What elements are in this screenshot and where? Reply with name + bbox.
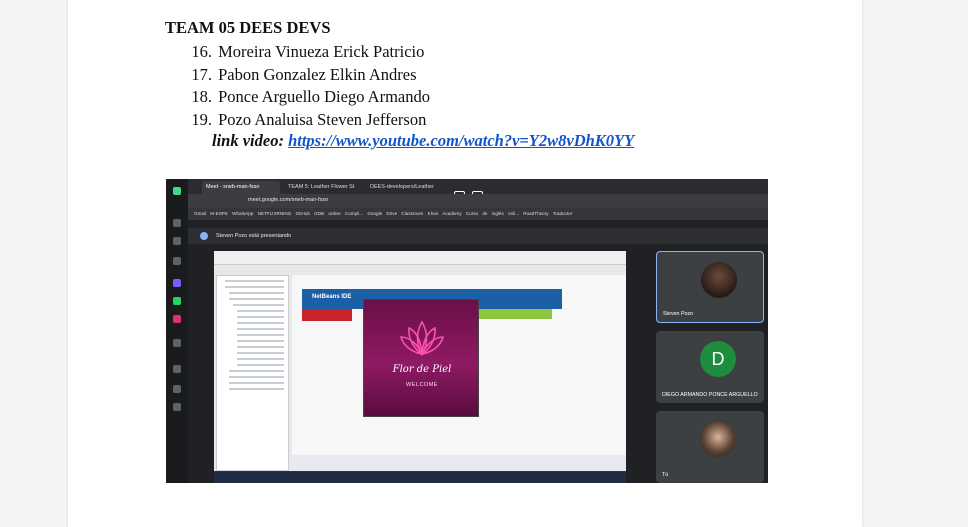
tab-trello: TEAM 5: Leather Flower St: [288, 184, 355, 190]
team-heading: TEAM 05 DEES DEVS: [165, 18, 331, 37]
banner-red-strip: [302, 309, 352, 321]
participant-name: DIEGO ARMANDO PONCE ARGUELLO: [662, 392, 758, 398]
windows-taskbar: [214, 472, 626, 483]
ide-toolbar: [214, 265, 626, 275]
list-item: 18. Ponce Arguello Diego Armando: [191, 87, 430, 106]
tab-meet: Meet - sneb-man-fsso: [202, 181, 280, 194]
address-bar: meet.google.com/sneb-man-fsso: [188, 194, 768, 208]
member-list: 16. Moreira Vinueza Erick Patricio 17. P…: [188, 41, 430, 131]
participant-name: Steven Pozo: [663, 311, 694, 317]
video-link[interactable]: https://www.youtube.com/watch?v=Y2w8vDhK…: [288, 131, 634, 150]
bookmarks-bar: Gmail M-ESPE WhatsApp NETFLIXRNING GitHu…: [188, 208, 768, 220]
list-item: 16. Moreira Vinueza Erick Patricio: [191, 42, 425, 61]
tab-github: DEES-developers/Leather: [370, 184, 434, 190]
presenter-icon: [200, 232, 208, 240]
meet-screenshot-image: Meet - sneb-man-fsso TEAM 5: Leather Flo…: [166, 179, 768, 483]
list-item: 19. Pozo Analuisa Steven Jefferson: [191, 109, 427, 129]
participant-tile: Tú: [656, 411, 764, 483]
app-splash-window: Flor de Piel WELCOME: [363, 299, 479, 417]
link-label: link video:: [212, 131, 284, 150]
splash-welcome: WELCOME: [406, 382, 438, 388]
presenting-text: Steven Pozo está presentando: [216, 233, 292, 239]
side-rail: [166, 179, 188, 483]
participant-tile: Steven Pozo: [656, 251, 764, 323]
presenting-bar: Steven Pozo está presentando: [188, 228, 768, 244]
participant-name: Tú: [662, 472, 669, 478]
ide-menu-bar: [214, 251, 626, 265]
ide-project-tree: [216, 275, 289, 471]
avatar: D: [700, 341, 736, 377]
video-link-line: link video: https://www.youtube.com/watc…: [212, 131, 634, 151]
url-text: meet.google.com/sneb-man-fsso: [248, 197, 329, 203]
avatar: [700, 421, 736, 457]
avatar: [701, 262, 737, 298]
document-page: TEAM 05 DEES DEVS 16. Moreira Vinueza Er…: [68, 0, 862, 527]
lotus-logo-icon: [399, 320, 445, 356]
splash-title: Flor de Piel: [392, 364, 452, 375]
participant-tile: D DIEGO ARMANDO PONCE ARGUELLO: [656, 331, 764, 403]
list-item: 17. Pabon Gonzalez Elkin Andres: [191, 64, 417, 84]
